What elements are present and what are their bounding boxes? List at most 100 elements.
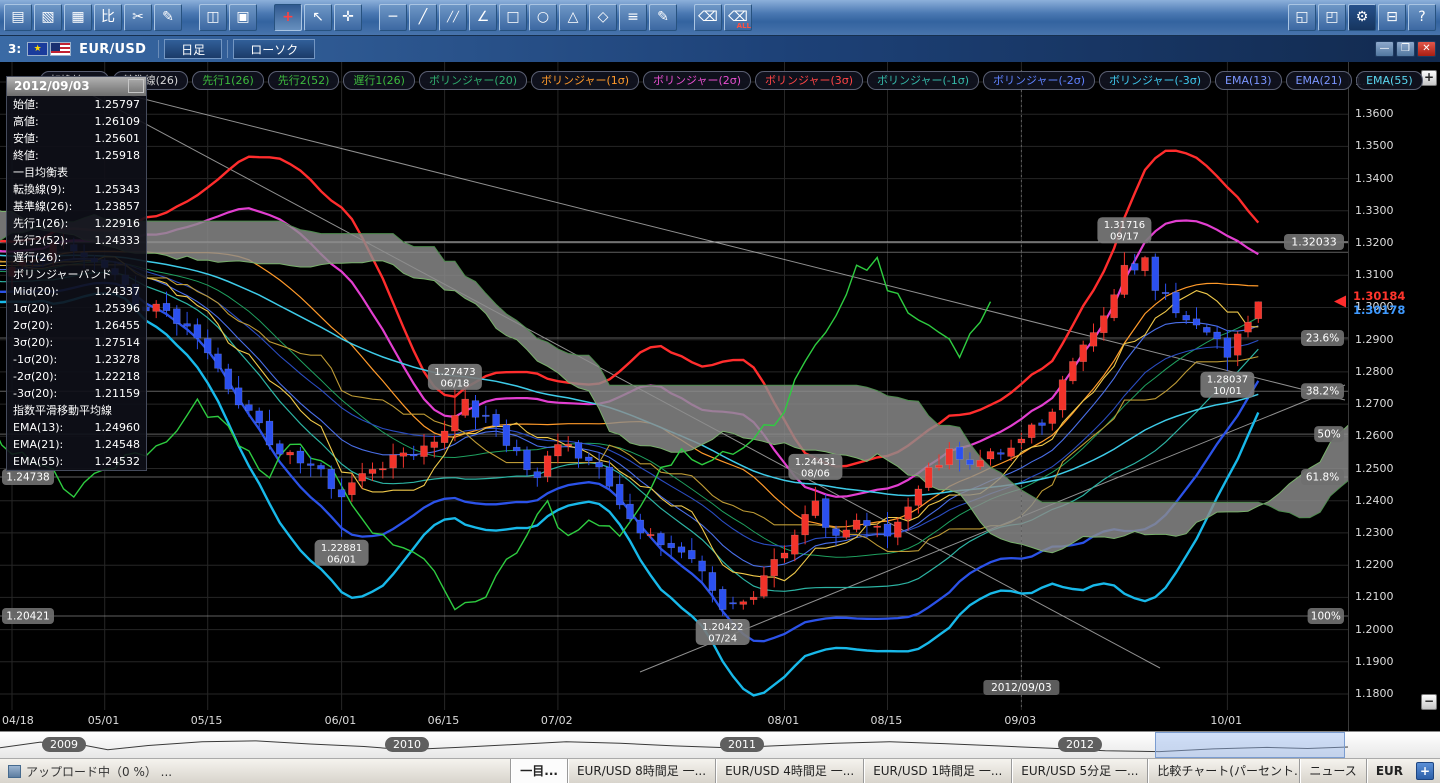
price-tick: 1.1800 xyxy=(1355,687,1394,700)
navigator-selection[interactable] xyxy=(1155,732,1345,758)
task-button[interactable]: ニュース xyxy=(1299,759,1365,783)
settings-gear-icon[interactable]: ⚙ xyxy=(1348,4,1376,31)
panel-row: -2σ(20):1.22218 xyxy=(7,368,146,385)
legend-item[interactable]: ボリンジャー(-2σ) xyxy=(983,71,1095,90)
panel-section-header: 指数平滑移動平均線 xyxy=(7,402,146,419)
chart-window-icon[interactable]: ▦ xyxy=(64,4,92,31)
price-tick: 1.3500 xyxy=(1355,139,1394,152)
svg-text:23.6%: 23.6% xyxy=(1306,333,1339,345)
trendline-tool-icon[interactable]: ╱ xyxy=(409,4,437,31)
legend-item[interactable]: ボリンジャー(20) xyxy=(419,71,527,90)
eraser-tool-icon[interactable]: ⌫ xyxy=(694,4,722,31)
erase-all-tool-icon[interactable]: ⌫ALL xyxy=(724,4,752,31)
window-tile-icon[interactable]: ◱ xyxy=(1288,4,1316,31)
price-tick: 1.3400 xyxy=(1355,172,1394,185)
legend-item[interactable]: 先行2(52) xyxy=(268,71,340,90)
price-tick: 1.2400 xyxy=(1355,494,1394,507)
task-button[interactable]: EUR/USD 4時間足 一... xyxy=(715,759,863,783)
zoom-out-button[interactable]: − xyxy=(1421,694,1437,710)
task-button[interactable]: 比較チャート(パーセント... xyxy=(1147,759,1299,783)
legend-item[interactable]: 遅行1(26) xyxy=(343,71,415,90)
legend-item[interactable]: ボリンジャー(1σ) xyxy=(531,71,639,90)
window-maximize-icon[interactable]: ◰ xyxy=(1318,4,1346,31)
new-chart-icon[interactable]: ▧ xyxy=(34,4,62,31)
panel-row: 先行2(52):1.24333 xyxy=(7,232,146,249)
svg-text:1.28037: 1.28037 xyxy=(1207,375,1248,386)
titlebar-separator xyxy=(158,40,159,58)
chart-window-titlebar[interactable]: 3: ★ EUR/USD 日足 ローソク —❒✕ xyxy=(0,36,1440,62)
panel-row: 転換線(9):1.25343 xyxy=(7,181,146,198)
legend-item[interactable]: ボリンジャー(-3σ) xyxy=(1099,71,1211,90)
window-number: 3: xyxy=(8,42,21,56)
price-tick: 1.2000 xyxy=(1355,623,1394,636)
status-message-area: アップロード中（0 %） ... xyxy=(8,759,172,783)
timeframe-button[interactable]: 日足 xyxy=(164,39,222,59)
help-icon[interactable]: ? xyxy=(1408,4,1436,31)
pan-tool-icon[interactable]: ✛ xyxy=(334,4,362,31)
close-chart-icon[interactable]: ✂ xyxy=(124,4,152,31)
bid-price-label: 1.30178 xyxy=(1353,303,1405,317)
ellipse-tool-icon[interactable]: ○ xyxy=(529,4,557,31)
select-tool-icon[interactable]: ↖ xyxy=(304,4,332,31)
time-tick: 05/15 xyxy=(191,714,223,727)
price-tick: 1.2800 xyxy=(1355,365,1394,378)
svg-text:1.22881: 1.22881 xyxy=(321,543,362,554)
compare-chart-icon[interactable]: 比 xyxy=(94,4,122,31)
panel-rows: 始値:1.25797高値:1.26109安値:1.25601終値:1.25918… xyxy=(7,96,146,470)
angle-line-tool-icon[interactable]: ∠ xyxy=(469,4,497,31)
legend-item[interactable]: ボリンジャー(2σ) xyxy=(643,71,751,90)
parallel-lines-tool-icon[interactable]: ≡ xyxy=(619,4,647,31)
triangle-tool-icon[interactable]: △ xyxy=(559,4,587,31)
year-label: 2011 xyxy=(720,737,764,752)
polygon-tool-icon[interactable]: ◇ xyxy=(589,4,617,31)
price-tick: 1.1900 xyxy=(1355,655,1394,668)
chart-type-button[interactable]: ローソク xyxy=(233,39,315,59)
timeline-navigator[interactable]: 2009201020112012 xyxy=(0,731,1440,758)
time-tick: 06/15 xyxy=(428,714,460,727)
year-label: 2009 xyxy=(42,737,86,752)
minimize-button[interactable]: — xyxy=(1375,41,1394,57)
panel-row: 1σ(20):1.25396 xyxy=(7,300,146,317)
close-button[interactable]: ✕ xyxy=(1417,41,1436,57)
time-tick: 08/15 xyxy=(871,714,903,727)
svg-text:1.24738: 1.24738 xyxy=(6,472,49,484)
indicator-value-panel: 2012/09/03 始値:1.25797高値:1.26109安値:1.2560… xyxy=(6,76,147,471)
chart-list-icon[interactable]: ▤ xyxy=(4,4,32,31)
panel-row: 3σ(20):1.27514 xyxy=(7,334,146,351)
price-axis[interactable]: 1.37001.36001.35001.34001.33001.32001.31… xyxy=(1348,62,1440,731)
legend-item[interactable]: ボリンジャー(3σ) xyxy=(755,71,863,90)
pencil-tool-icon[interactable]: ✎ xyxy=(649,4,677,31)
add-chart-button[interactable]: + xyxy=(1416,762,1434,780)
panel-menu-button[interactable] xyxy=(128,79,144,93)
legend-item[interactable]: EMA(13) xyxy=(1215,71,1282,90)
svg-text:1.27473: 1.27473 xyxy=(434,367,475,378)
print-icon[interactable]: ⊟ xyxy=(1378,4,1406,31)
task-button[interactable]: 一目... xyxy=(510,759,567,783)
price-chart[interactable]: 1.3203323.6%38.2%50%61.8%100%1.247381.20… xyxy=(0,62,1348,710)
rect-tool-icon[interactable]: □ xyxy=(499,4,527,31)
save-template-icon[interactable]: ▣ xyxy=(229,4,257,31)
zoom-in-button[interactable]: + xyxy=(1421,70,1437,86)
legend-item[interactable]: 先行1(26) xyxy=(192,71,264,90)
window-controls: —❒✕ xyxy=(1375,41,1436,57)
task-button[interactable]: EUR/USD 8時間足 一... xyxy=(567,759,715,783)
svg-text:1.20422: 1.20422 xyxy=(702,622,743,633)
legend-item[interactable]: ボリンジャー(-1σ) xyxy=(867,71,979,90)
save-chart-image-icon[interactable]: ◫ xyxy=(199,4,227,31)
hline-tool-icon[interactable]: ─ xyxy=(379,4,407,31)
crosshair-tool-icon[interactable]: + xyxy=(274,4,302,31)
legend-item[interactable]: EMA(21) xyxy=(1286,71,1353,90)
legend-item[interactable]: EMA(55) xyxy=(1356,71,1423,90)
price-tick: 1.2700 xyxy=(1355,397,1394,410)
draw-brush-icon[interactable]: ✎ xyxy=(154,4,182,31)
svg-text:08/06: 08/06 xyxy=(801,468,830,479)
task-button[interactable]: EUR/USD 1時間足 一... xyxy=(863,759,1011,783)
svg-text:61.8%: 61.8% xyxy=(1306,472,1339,484)
upload-status-text: アップロード中（0 %） ... xyxy=(26,763,172,780)
panel-row: 遅行(26): xyxy=(7,249,146,266)
task-button[interactable]: EUR/USD 5分足 一... xyxy=(1011,759,1147,783)
channel-tool-icon[interactable]: ╱╱ xyxy=(439,4,467,31)
restore-button[interactable]: ❒ xyxy=(1396,41,1415,57)
price-tick: 1.2300 xyxy=(1355,526,1394,539)
svg-text:06/18: 06/18 xyxy=(440,378,469,389)
